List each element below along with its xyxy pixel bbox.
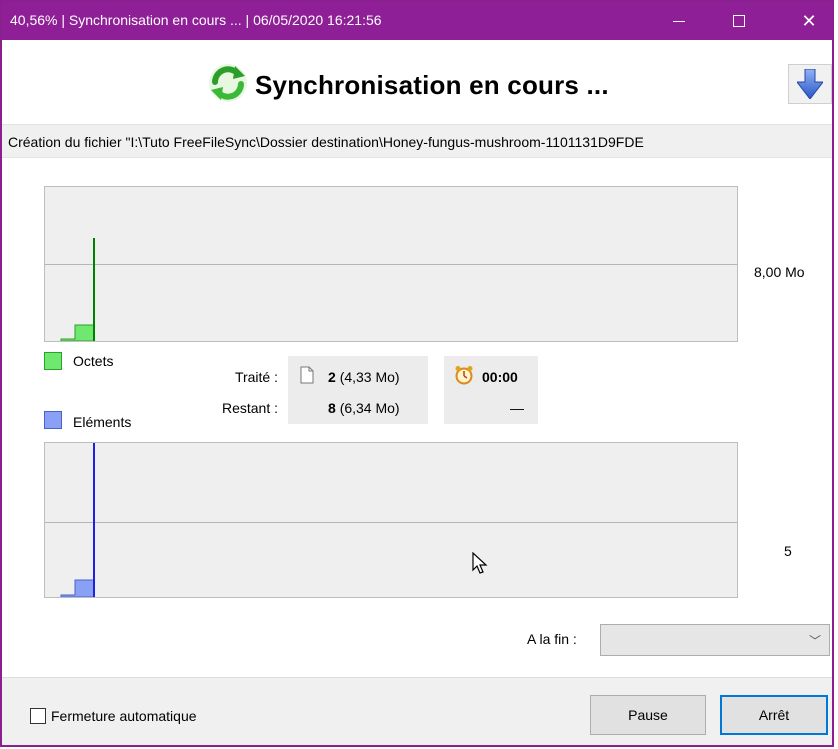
close-button[interactable]: ✕: [786, 2, 832, 40]
maximize-icon: [733, 15, 745, 27]
auto-close-label[interactable]: Fermeture automatique: [51, 708, 197, 724]
mouse-cursor-icon: [472, 552, 488, 574]
maximize-button[interactable]: [716, 2, 762, 40]
status-header: Synchronisation en cours ...: [2, 40, 832, 124]
time-panel: 00:00 —: [444, 356, 538, 424]
bytes-graph-plot: [60, 238, 95, 341]
processed-count: 2: [328, 369, 336, 385]
items-legend-swatch: [44, 411, 62, 429]
close-icon: ✕: [801, 10, 817, 31]
items-graph-area: [60, 579, 95, 597]
stop-button[interactable]: Arrêt: [720, 695, 828, 735]
alarm-clock-icon: [455, 366, 473, 385]
remaining-value: 8 (6,34 Mo): [328, 400, 400, 416]
on-completion-label: A la fin :: [527, 631, 577, 647]
bytes-legend-label: Octets: [73, 353, 114, 369]
footer-bar: Fermeture automatique Pause Arrêt: [2, 677, 832, 745]
collapse-button[interactable]: [788, 64, 832, 104]
stats-panel: 2 (4,33 Mo) 8 (6,34 Mo): [288, 356, 428, 424]
remaining-count: 8: [328, 400, 336, 416]
sync-progress-window: 40,56% | Synchronisation en cours ... | …: [0, 0, 834, 747]
bytes-graph: [44, 186, 738, 342]
items-legend-label: Eléments: [73, 414, 132, 430]
minimize-button[interactable]: [656, 2, 702, 40]
pause-button[interactable]: Pause: [590, 695, 706, 735]
bytes-graph-area: [60, 324, 95, 341]
arrow-down-icon: [797, 69, 823, 99]
remaining-size: (6,34 Mo): [339, 400, 400, 416]
processed-size: (4,33 Mo): [339, 369, 400, 385]
bytes-legend-swatch: [44, 352, 62, 370]
processed-label: Traité :: [234, 369, 278, 385]
elapsed-time: 00:00: [482, 369, 518, 385]
sync-arrows-icon: [209, 64, 247, 102]
title-bar[interactable]: 40,56% | Synchronisation en cours ... | …: [2, 2, 832, 40]
items-graph: [44, 442, 738, 598]
auto-close-checkbox[interactable]: [30, 708, 46, 724]
minimize-icon: [673, 20, 685, 22]
window-title: 40,56% | Synchronisation en cours ... | …: [10, 12, 382, 28]
current-operation-bar: Création du fichier "I:\Tuto FreeFileSyn…: [2, 124, 832, 158]
current-operation-text: Création du fichier "I:\Tuto FreeFileSyn…: [8, 134, 644, 150]
processed-value: 2 (4,33 Mo): [328, 369, 400, 385]
bytes-scale-label: 8,00 Mo: [754, 264, 805, 280]
items-scale-label: 5: [784, 543, 792, 559]
items-graph-plot: [60, 443, 95, 597]
chevron-down-icon: ﹀: [808, 634, 821, 648]
on-completion-select[interactable]: ﹀: [600, 624, 830, 656]
remaining-time: —: [510, 400, 524, 416]
page-title: Synchronisation en cours ...: [255, 70, 609, 100]
file-icon: [300, 366, 314, 384]
remaining-label: Restant :: [221, 400, 278, 416]
